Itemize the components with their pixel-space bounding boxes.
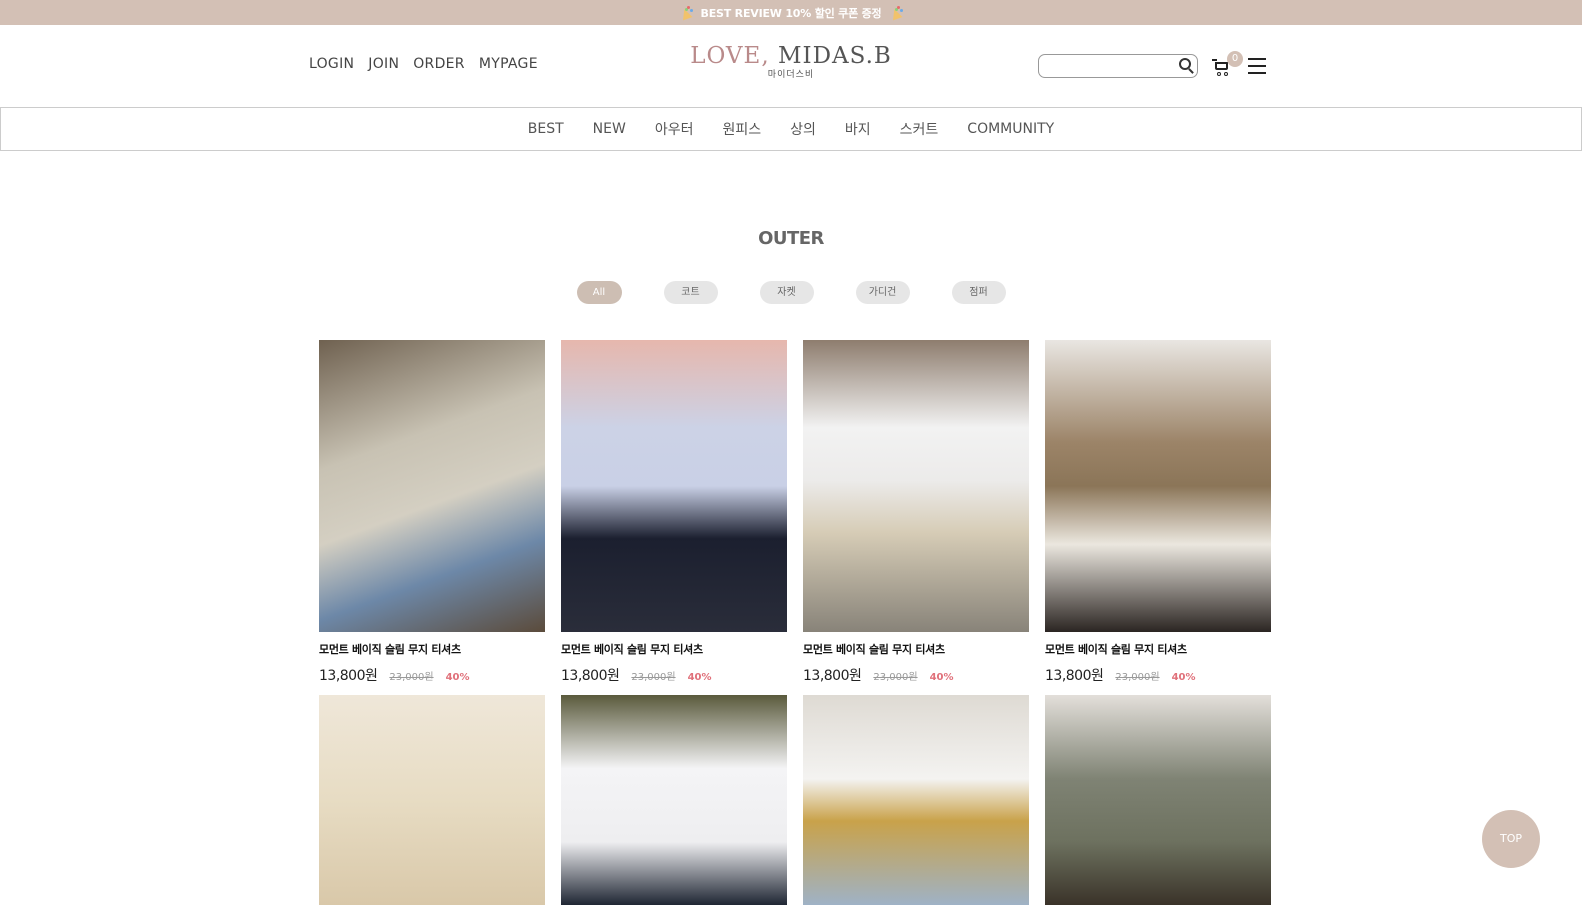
discount-rate: 40% [929,672,954,683]
logo[interactable]: LOVE, MIDAS.B 마이더스비 [0,43,1582,80]
search-icon[interactable] [1179,58,1191,70]
sale-price: 13,800원 [561,668,620,684]
product-name[interactable]: 모먼트 베이직 슬림 무지 티셔츠 [319,641,545,657]
cart-count-badge: 0 [1227,51,1243,67]
product-card[interactable] [319,695,545,905]
product-image[interactable] [561,340,787,632]
product-grid: 모먼트 베이직 슬림 무지 티셔츠 13,800원 23,000원 40% 모먼… [319,340,1273,905]
product-price: 13,800원 23,000원 40% [803,665,1029,695]
main-nav: BEST NEW 아우터 원피스 상의 바지 스커트 COMMUNITY [0,107,1582,151]
filter-cardigan[interactable]: 가디건 [855,281,910,304]
nav-outer[interactable]: 아우터 [655,119,694,139]
product-image[interactable] [319,695,545,905]
party-popper-icon [679,5,693,20]
sale-price: 13,800원 [1045,668,1104,684]
nav-pants[interactable]: 바지 [845,119,871,139]
filter-all[interactable]: All [576,281,622,304]
product-card[interactable]: 모먼트 베이직 슬림 무지 티셔츠 13,800원 23,000원 40% [803,340,1029,695]
nav-best[interactable]: BEST [528,121,564,137]
hamburger-menu-icon[interactable] [1248,58,1266,74]
promo-banner[interactable]: BEST REVIEW 10% 할인 쿠폰 증정 [0,0,1582,25]
product-card[interactable] [1045,695,1271,905]
product-card[interactable]: 모먼트 베이직 슬림 무지 티셔츠 13,800원 23,000원 40% [561,340,787,695]
header: LOGIN JOIN ORDER MYPAGE LOVE, MIDAS.B 마이… [0,25,1582,107]
original-price: 23,000원 [389,672,434,683]
promo-text: BEST REVIEW 10% 할인 쿠폰 증정 [700,6,882,20]
product-name[interactable]: 모먼트 베이직 슬림 무지 티셔츠 [561,641,787,657]
party-popper-icon [889,5,903,20]
product-image[interactable] [803,340,1029,632]
product-card[interactable]: 모먼트 베이직 슬림 무지 티셔츠 13,800원 23,000원 40% [319,340,545,695]
discount-rate: 40% [445,672,470,683]
product-price: 13,800원 23,000원 40% [1045,665,1271,695]
filter-coat[interactable]: 코트 [663,281,718,304]
sale-price: 13,800원 [319,668,378,684]
nav-onepiece[interactable]: 원피스 [722,119,761,139]
search-input[interactable] [1045,56,1175,78]
product-image[interactable] [1045,695,1271,905]
product-name[interactable]: 모먼트 베이직 슬림 무지 티셔츠 [803,641,1029,657]
logo-brand: MIDAS.B [769,43,892,69]
product-card[interactable] [803,695,1029,905]
product-name[interactable]: 모먼트 베이직 슬림 무지 티셔츠 [1045,641,1271,657]
product-image[interactable] [319,340,545,632]
nav-new[interactable]: NEW [593,121,626,137]
logo-main: LOVE, MIDAS.B [0,43,1582,69]
product-image[interactable] [803,695,1029,905]
filter-jumper[interactable]: 점퍼 [951,281,1006,304]
logo-love: LOVE, [690,43,770,69]
original-price: 23,000원 [873,672,918,683]
category-filters: All 코트 자켓 가디건 점퍼 [0,281,1582,304]
product-image[interactable] [1045,340,1271,632]
discount-rate: 40% [687,672,712,683]
category-title: OUTER [758,228,824,249]
product-price: 13,800원 23,000원 40% [319,665,545,695]
original-price: 23,000원 [1115,672,1160,683]
nav-top[interactable]: 상의 [790,119,816,139]
original-price: 23,000원 [631,672,676,683]
product-price: 13,800원 23,000원 40% [561,665,787,695]
product-card[interactable] [561,695,787,905]
discount-rate: 40% [1171,672,1196,683]
product-card[interactable]: 모먼트 베이직 슬림 무지 티셔츠 13,800원 23,000원 40% [1045,340,1271,695]
nav-community[interactable]: COMMUNITY [967,121,1054,137]
filter-jacket[interactable]: 자켓 [759,281,814,304]
product-image[interactable] [561,695,787,905]
logo-sub: 마이더스비 [767,70,815,80]
scroll-top-button[interactable]: TOP [1482,810,1540,868]
sale-price: 13,800원 [803,668,862,684]
nav-skirt[interactable]: 스커트 [900,119,939,139]
search-box [1038,54,1198,78]
